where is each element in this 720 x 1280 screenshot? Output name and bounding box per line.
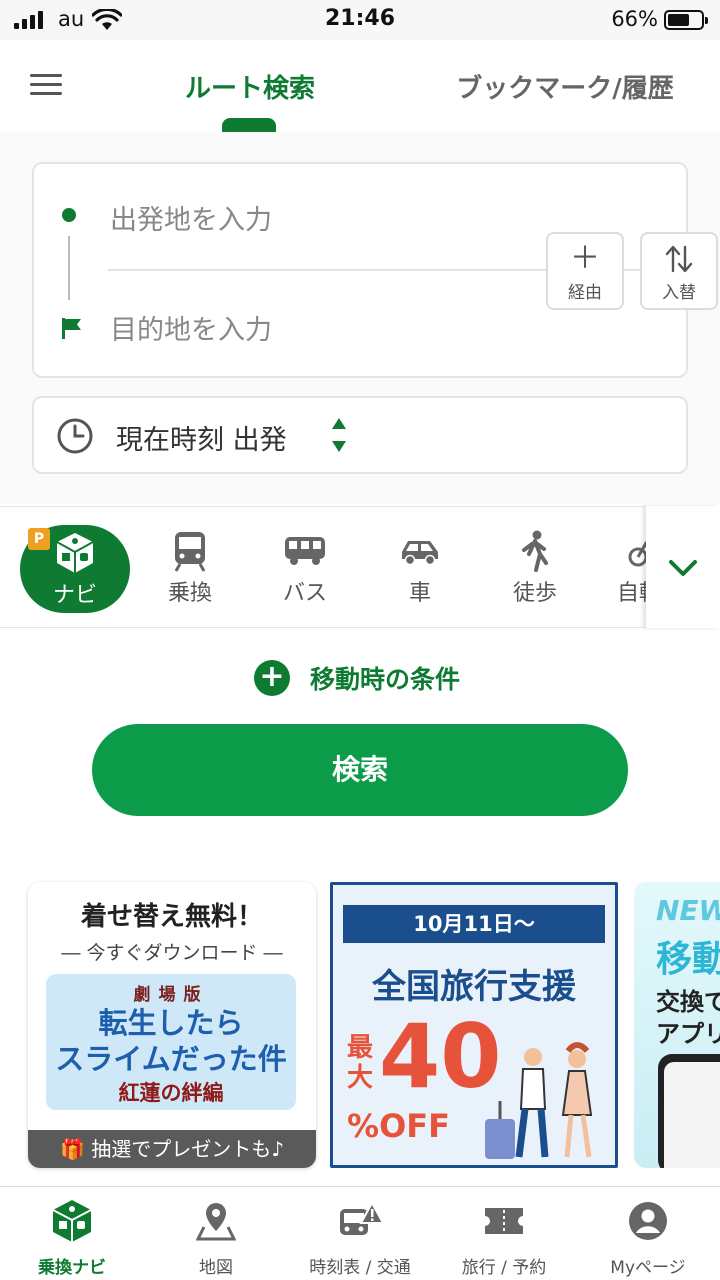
departure-time-label: 現在時刻 出発: [116, 425, 287, 456]
clock-icon: [57, 418, 93, 454]
nav-travel[interactable]: 旅行 / 予約: [434, 1197, 574, 1278]
mode-walk[interactable]: 徒歩: [490, 529, 580, 607]
search-button[interactable]: 検索: [92, 724, 628, 816]
active-tab-indicator: [222, 118, 276, 132]
mode-label: 徒歩: [512, 581, 557, 606]
nav-label: Myページ: [610, 1258, 686, 1278]
battery-percent: 66%: [611, 7, 658, 31]
navi-cube-icon: [52, 1200, 92, 1242]
banner-new-feature[interactable]: NEW 移動 交換で アプリ: [634, 882, 720, 1168]
travelers-illustration: [485, 1042, 593, 1159]
swap-button[interactable]: 入替: [640, 232, 718, 310]
train-icon: [174, 532, 206, 572]
origin-input[interactable]: 出発地を入力: [110, 198, 272, 237]
departure-time-selector[interactable]: 現在時刻 出発: [32, 396, 688, 474]
nav-mypage[interactable]: Myページ: [578, 1197, 718, 1278]
nav-label: 乗換ナビ: [38, 1258, 106, 1278]
expand-modes-button[interactable]: [646, 506, 720, 628]
banner-title: 着せ替え無料！: [80, 902, 263, 932]
tab-bookmark-history[interactable]: ブックマーク/履歴: [430, 68, 700, 105]
sort-updown-icon: [332, 418, 346, 452]
battery-icon: [664, 10, 708, 30]
mode-bus[interactable]: バス: [260, 529, 350, 607]
transport-mode-bar: ナビ 乗換 バス 車 徒歩: [0, 506, 720, 628]
banner-headline: 全国旅行支援: [372, 967, 576, 1007]
banner-subtitle: ― 今すぐダウンロード ―: [61, 942, 283, 964]
banner-travel-support[interactable]: 10月11日～ 全国旅行支援 最大 40 %OFF: [330, 882, 618, 1168]
banner-artwork: 劇場版 転生したら スライムだった件 紅蓮の絆編: [46, 974, 296, 1110]
bottom-navigation: 乗換ナビ 地図 時刻表 / 交通 旅行 / 予約 Myページ: [0, 1186, 720, 1280]
timetable-icon: [340, 1200, 384, 1235]
gift-icon: 🎁: [59, 1137, 85, 1161]
map-pin-icon: [195, 1203, 237, 1241]
art-line-3: 紅蓮の絆編: [118, 1080, 224, 1105]
car-icon: [402, 541, 438, 566]
conditions-label: 移動時の条件: [310, 665, 461, 694]
navi-cube-icon: [56, 533, 94, 573]
destination-flag-icon: [62, 318, 81, 339]
mode-transfer[interactable]: 乗換: [145, 529, 235, 607]
plus-circle-icon: +: [254, 660, 290, 696]
plus-icon: ＋: [570, 241, 600, 276]
add-via-button[interactable]: ＋ 経由: [546, 232, 624, 310]
nav-timetable[interactable]: 時刻表 / 交通: [290, 1197, 430, 1278]
walk-icon: [522, 530, 548, 572]
user-icon: [629, 1202, 667, 1240]
destination-input[interactable]: 目的地を入力: [110, 308, 272, 347]
travel-conditions-button[interactable]: + 移動時の条件: [254, 658, 460, 698]
route-connector-line: [68, 236, 70, 300]
mode-car[interactable]: 車: [375, 529, 465, 607]
nav-map[interactable]: 地図: [146, 1197, 286, 1278]
mode-label: 車: [408, 581, 431, 606]
chevron-down-icon: [669, 560, 697, 576]
tab-route-search[interactable]: ルート検索: [150, 68, 350, 105]
origin-dot-icon: [62, 208, 76, 222]
nav-label: 旅行 / 予約: [461, 1258, 547, 1278]
banner-date: 10月11日～: [343, 905, 605, 943]
banner-theme-download[interactable]: 着せ替え無料！ ― 今すぐダウンロード ― 劇場版 転生したら スライムだった件…: [28, 882, 316, 1168]
art-line-1: 転生したら: [98, 1006, 244, 1040]
via-label: 経由: [568, 283, 602, 303]
nav-transfer-navi[interactable]: 乗換ナビ: [2, 1197, 142, 1278]
banner-max-label: 最大: [347, 1033, 374, 1093]
banner-footer: 🎁 抽選でプレゼントも♪: [28, 1130, 316, 1168]
art-top-text: 劇場版: [133, 985, 209, 1005]
mode-label: ナビ: [52, 583, 97, 608]
banner-line-2: 交換で: [656, 988, 720, 1016]
banner-off-label: %OFF: [347, 1107, 450, 1145]
swap-label: 入替: [662, 283, 696, 303]
banner-new-label: NEW: [656, 894, 720, 927]
swap-arrows-icon: [665, 245, 693, 273]
ticket-icon: [485, 1208, 523, 1234]
navi-premium-badge: P: [28, 528, 50, 550]
banner-line-3: アプリ: [656, 1020, 720, 1048]
app-header: ルート検索 ブックマーク/履歴: [0, 40, 720, 132]
banner-line-1: 移動: [656, 939, 720, 980]
status-bar: au 21:46 66%: [0, 0, 720, 40]
nav-label: 地図: [199, 1258, 233, 1278]
bus-icon: [285, 537, 325, 565]
hamburger-icon[interactable]: [30, 74, 62, 96]
banner-footer-text: 抽選でプレゼントも♪: [91, 1137, 285, 1161]
nav-label: 時刻表 / 交通: [309, 1258, 411, 1278]
mode-label: バス: [282, 581, 327, 606]
phone-mockup: [658, 1054, 720, 1168]
mode-label: 乗換: [167, 581, 212, 606]
art-line-2: スライムだった件: [55, 1042, 287, 1076]
